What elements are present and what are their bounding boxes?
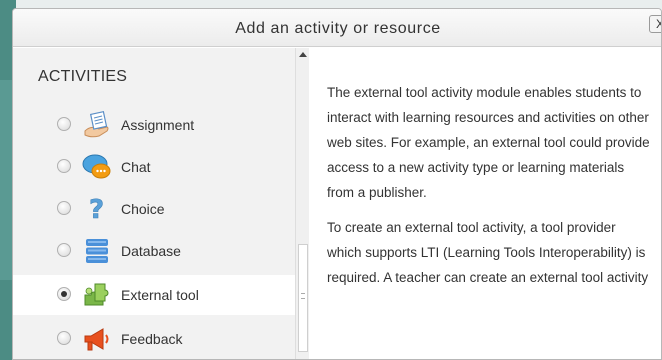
database-icon <box>86 239 108 263</box>
close-button[interactable]: X <box>649 15 661 33</box>
radio-database[interactable] <box>57 243 71 257</box>
activity-list-pane: ACTIVITIES Assignment Chat ? Choice Data… <box>13 48 295 359</box>
radio-chat[interactable] <box>57 159 71 173</box>
activity-label: Feedback <box>121 331 183 347</box>
dialog-titlebar: Add an activity or resource X <box>13 9 661 47</box>
feedback-icon <box>84 328 109 351</box>
assignment-icon <box>84 110 109 138</box>
activity-label: Choice <box>121 201 165 217</box>
svg-text:?: ? <box>89 195 104 225</box>
external-tool-icon <box>84 283 109 306</box>
radio-choice[interactable] <box>57 201 71 215</box>
activity-item-external-tool[interactable]: External tool <box>13 275 295 315</box>
grip-icon <box>301 293 305 299</box>
description-paragraph: To create an external tool activity, a t… <box>327 220 649 285</box>
radio-external-tool[interactable] <box>57 287 71 301</box>
activity-item-assignment[interactable]: Assignment <box>13 105 295 145</box>
choice-icon: ? <box>89 195 105 225</box>
activity-description: The external tool activity module enable… <box>327 80 651 300</box>
activity-item-choice[interactable]: ? Choice <box>13 189 295 229</box>
radio-assignment[interactable] <box>57 117 71 131</box>
section-heading-activities: ACTIVITIES <box>38 68 128 85</box>
dialog-title: Add an activity or resource <box>235 20 441 37</box>
activity-list-scrollbar[interactable] <box>295 48 309 359</box>
activity-label: External tool <box>121 287 199 303</box>
activity-item-chat[interactable]: Chat <box>13 147 295 187</box>
description-pane: The external tool activity module enable… <box>319 48 661 359</box>
activity-chooser-dialog: Add an activity or resource X ACTIVITIES… <box>12 8 662 360</box>
scroll-thumb[interactable] <box>298 244 308 352</box>
activity-label: Assignment <box>121 117 195 133</box>
activity-item-feedback[interactable]: Feedback <box>13 319 295 359</box>
activity-item-database[interactable]: Database <box>13 231 295 271</box>
description-paragraph: The external tool activity module enable… <box>327 85 650 200</box>
radio-feedback[interactable] <box>57 331 71 345</box>
activity-label: Chat <box>121 159 151 175</box>
activity-label: Database <box>121 243 181 259</box>
scroll-up-arrow-icon[interactable] <box>299 52 307 57</box>
chat-icon <box>82 154 111 179</box>
